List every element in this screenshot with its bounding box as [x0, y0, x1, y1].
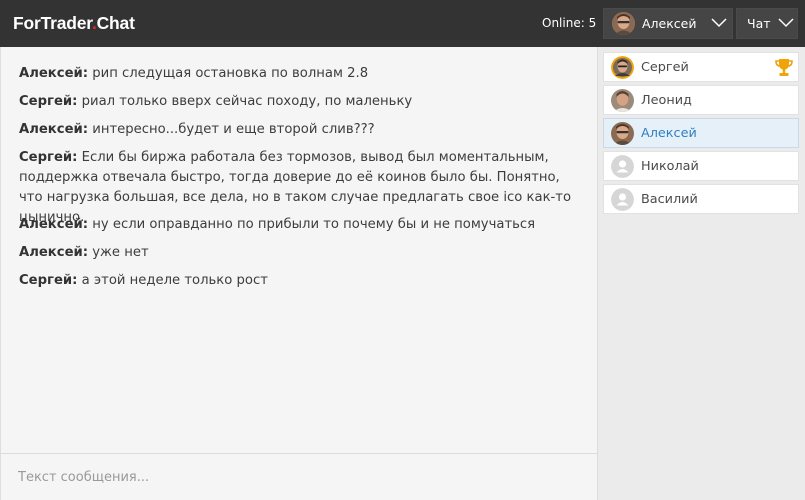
message-text: рип следущая остановка по волнам 2.8 — [92, 66, 369, 81]
chat-message: Сергей: а этой неделе только рост — [19, 271, 584, 291]
user-name: Николай — [641, 159, 699, 174]
user-avatar — [611, 89, 634, 112]
user-list-item-aleksey[interactable]: Алексей — [603, 118, 799, 148]
chevron-down-icon — [711, 18, 727, 28]
default-avatar-icon — [611, 155, 634, 178]
message-author: Алексей: — [19, 66, 89, 81]
user-avatar — [611, 56, 634, 79]
user-list-item-sergey[interactable]: Сергей — [603, 52, 799, 82]
user-list-item-vasiliy[interactable]: Василий — [603, 184, 799, 214]
chat-message: Алексей: уже нет — [19, 243, 584, 263]
message-text: ну если оправданно по прибыли то почему … — [92, 217, 536, 232]
message-input[interactable] — [18, 466, 578, 488]
current-user-name: Алексей — [642, 16, 697, 31]
message-composer — [0, 453, 598, 500]
chat-messages-pane[interactable]: Алексей: рип следущая остановка по волна… — [0, 47, 598, 453]
online-count: Online: 5 — [542, 16, 597, 30]
message-author: Сергей: — [19, 150, 78, 165]
top-bar: ForTrader.Chat Online: 5 Алексей Чат — [0, 0, 805, 47]
message-text: риал только вверх сейчас походу, по мале… — [81, 94, 413, 109]
message-author: Алексей: — [19, 217, 89, 232]
message-author: Алексей: — [19, 245, 89, 260]
user-list-sidebar: Сергей Леонид Алексей Николай Василий — [598, 47, 805, 500]
chat-menu-button[interactable]: Чат — [736, 8, 798, 39]
chevron-down-icon — [778, 18, 794, 28]
message-author: Сергей: — [19, 94, 78, 109]
user-name: Василий — [641, 192, 698, 207]
message-text: интересно...будет и еще второй слив??? — [92, 122, 375, 137]
chat-message: Алексей: интересно...будет и еще второй … — [19, 120, 584, 140]
message-text: а этой неделе только рост — [81, 273, 268, 288]
user-list-item-leonid[interactable]: Леонид — [603, 85, 799, 115]
user-avatar — [611, 122, 634, 145]
app-logo[interactable]: ForTrader.Chat — [13, 13, 135, 34]
user-name: Алексей — [641, 126, 697, 141]
message-author: Сергей: — [19, 273, 78, 288]
message-author: Алексей: — [19, 122, 89, 137]
chat-message: Алексей: ну если оправданно по прибыли т… — [19, 215, 584, 235]
message-text: уже нет — [92, 245, 149, 260]
message-text: Если бы биржа работала без тормозов, выв… — [19, 150, 572, 225]
user-name: Сергей — [641, 60, 689, 75]
chat-message: Сергей: риал только вверх сейчас походу,… — [19, 92, 584, 112]
chat-message: Алексей: рип следущая остановка по волна… — [19, 64, 584, 84]
user-name: Леонид — [641, 93, 692, 108]
default-avatar-icon — [611, 188, 634, 211]
trophy-icon — [775, 59, 793, 76]
user-list-item-nikolay[interactable]: Николай — [603, 151, 799, 181]
current-user-menu[interactable]: Алексей — [603, 8, 733, 39]
current-user-avatar — [612, 12, 635, 35]
chat-menu-label: Чат — [747, 16, 771, 31]
